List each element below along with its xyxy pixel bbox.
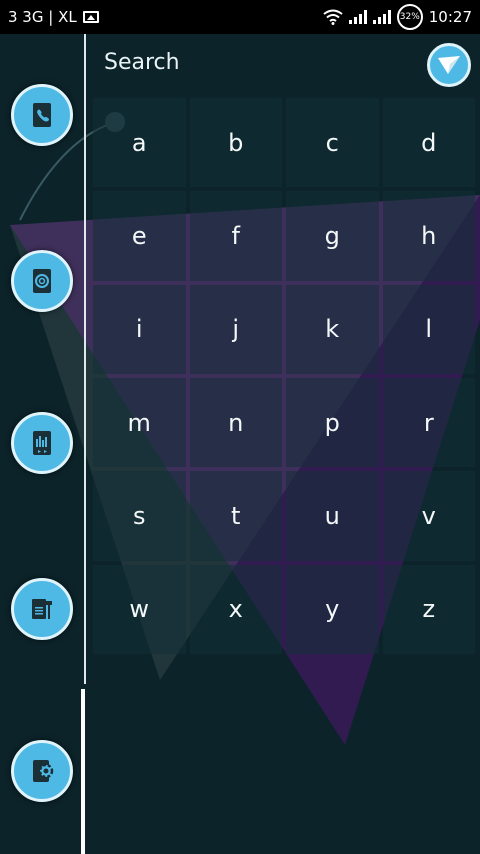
letter-key-t[interactable]: t — [189, 471, 282, 561]
signal-icon-2 — [372, 10, 391, 24]
clock: 10:27 — [428, 8, 472, 26]
letter-key-u[interactable]: u — [286, 471, 379, 561]
letter-key-s[interactable]: s — [93, 471, 186, 561]
carrier-label: 3 3G | XL — [8, 8, 77, 26]
gallery-notification-icon — [82, 11, 99, 23]
status-bar: 3 3G | XL 32% 10:27 — [0, 0, 480, 34]
tools-button[interactable] — [11, 578, 73, 640]
settings-button[interactable] — [11, 740, 73, 802]
letter-key-f[interactable]: f — [189, 191, 282, 281]
letter-key-x[interactable]: x — [189, 564, 282, 654]
letter-key-z[interactable]: z — [382, 564, 475, 654]
wifi-icon — [323, 9, 343, 25]
search-label[interactable]: Search — [104, 50, 180, 75]
email-icon — [33, 269, 51, 293]
settings-icon — [33, 760, 54, 782]
letter-key-d[interactable]: d — [382, 98, 475, 188]
phone-icon — [33, 103, 51, 127]
side-dock — [0, 34, 86, 854]
battery-indicator: 32% — [396, 4, 423, 30]
dock-divider — [84, 34, 86, 684]
email-button[interactable] — [11, 250, 73, 312]
letter-key-b[interactable]: b — [189, 98, 282, 188]
letter-key-j[interactable]: j — [189, 284, 282, 374]
paper-plane-icon — [438, 56, 460, 74]
telegram-button[interactable] — [427, 43, 471, 87]
app-screen: 3 3G | XL 32% 10:27 Search a b c d e f g… — [0, 0, 480, 854]
signal-icon-1 — [348, 10, 367, 24]
letter-key-l[interactable]: l — [382, 284, 475, 374]
letter-key-k[interactable]: k — [286, 284, 379, 374]
letter-key-m[interactable]: m — [93, 378, 186, 468]
media-player-button[interactable] — [11, 412, 73, 474]
phone-button[interactable] — [11, 84, 73, 146]
letter-key-i[interactable]: i — [93, 284, 186, 374]
letter-key-a[interactable]: a — [93, 98, 186, 188]
letter-key-r[interactable]: r — [382, 378, 475, 468]
letter-key-y[interactable]: y — [286, 564, 379, 654]
media-player-icon — [33, 431, 51, 455]
letter-key-c[interactable]: c — [286, 98, 379, 188]
letter-key-p[interactable]: p — [286, 378, 379, 468]
letter-key-v[interactable]: v — [382, 471, 475, 561]
letter-key-h[interactable]: h — [382, 191, 475, 281]
letter-key-n[interactable]: n — [189, 378, 282, 468]
alphabet-index-grid: a b c d e f g h i j k l m n p r s t u v … — [93, 98, 475, 654]
dock-divider-accent — [81, 689, 85, 854]
letter-key-g[interactable]: g — [286, 191, 379, 281]
letter-key-e[interactable]: e — [93, 191, 186, 281]
tools-icon — [32, 599, 52, 619]
letter-key-w[interactable]: w — [93, 564, 186, 654]
